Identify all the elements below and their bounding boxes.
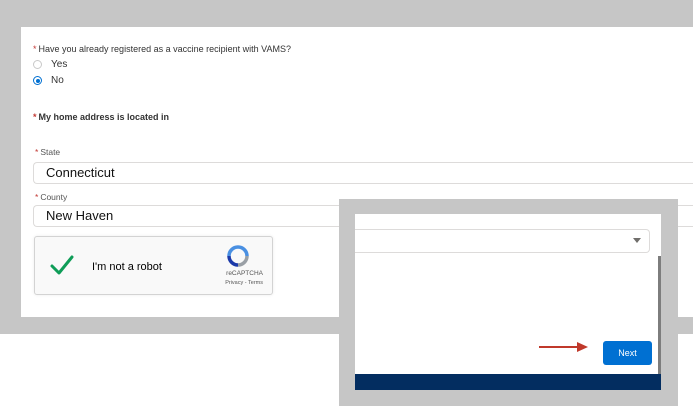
county-label-text: County [40, 192, 68, 202]
home-address-heading-text: My home address is located in [38, 112, 170, 122]
next-popup-panel: Next [355, 214, 661, 390]
required-marker: * [33, 44, 37, 54]
state-label-text: State [40, 147, 61, 157]
footer-bar [355, 374, 661, 390]
registered-question-text: Have you already registered as a vaccine… [38, 44, 291, 54]
captcha-brand: reCAPTCHA [226, 270, 263, 277]
radio-option-yes[interactable]: Yes [33, 59, 67, 70]
county-dropdown[interactable] [355, 229, 650, 253]
radio-no-label: No [51, 75, 64, 86]
state-label: * State [35, 147, 60, 157]
recaptcha-logo-icon [227, 245, 249, 267]
radio-yes-label: Yes [51, 59, 68, 70]
arrow-right-icon [539, 342, 588, 352]
next-popup-frame: Next [339, 199, 678, 406]
required-marker: * [35, 192, 39, 202]
required-marker: * [33, 112, 37, 122]
next-button[interactable]: Next [603, 341, 652, 365]
radio-yes-button[interactable] [33, 60, 42, 69]
captcha-privacy-terms[interactable]: Privacy - Terms [35, 280, 263, 286]
home-address-heading: * My home address is located in [33, 112, 169, 122]
registered-question: * Have you already registered as a vaccin… [33, 44, 291, 54]
required-marker: * [35, 147, 39, 157]
scrollbar[interactable] [658, 256, 661, 374]
chevron-down-icon[interactable] [633, 238, 641, 243]
recaptcha-widget: I'm not a robot reCAPTCHA Privacy - Term… [34, 236, 273, 295]
state-field[interactable]: Connecticut [33, 162, 693, 184]
radio-option-no[interactable]: No [33, 75, 64, 86]
radio-no-button[interactable] [33, 76, 42, 85]
county-label: * County [35, 192, 67, 202]
